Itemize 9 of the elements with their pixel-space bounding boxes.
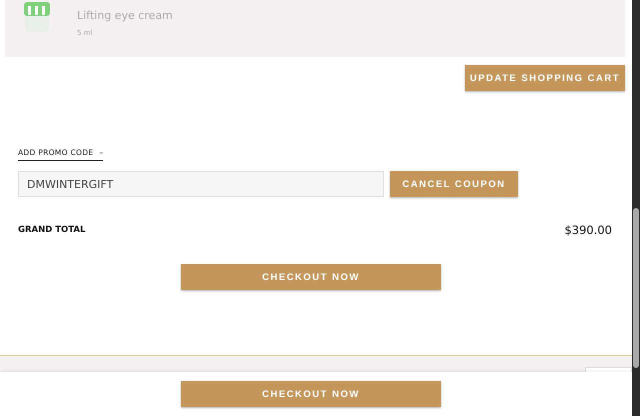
sticky-checkout-button[interactable]: CHECKOUT NOW [181,381,441,407]
product-description: Lifting eye cream [77,9,173,22]
scrollbar[interactable] [632,0,640,416]
cancel-coupon-button[interactable]: CANCEL COUPON [390,171,518,197]
grand-total-value: $390.00 [564,223,612,237]
checkout-button[interactable]: CHECKOUT NOW [181,264,441,290]
grand-total-label: GRAND TOTAL [18,225,86,235]
update-cart-button[interactable]: UPDATE SHOPPING CART [465,65,625,91]
promo-code-field[interactable]: DMWINTERGIFT [18,171,384,197]
